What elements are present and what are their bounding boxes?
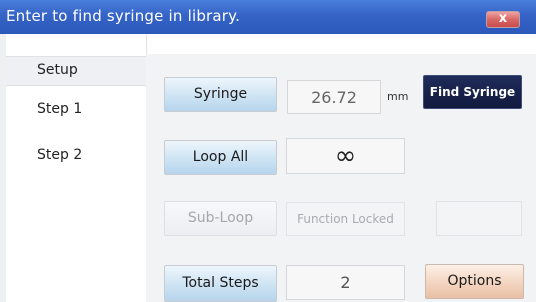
syringe-diameter-field[interactable]: 26.72: [287, 80, 381, 114]
close-icon: x: [498, 11, 508, 26]
options-label: Options: [447, 273, 502, 289]
total-steps-field[interactable]: 2: [286, 265, 405, 300]
find-syringe-label: Find Syringe: [429, 85, 516, 99]
sidebar-item-setup[interactable]: Setup: [6, 56, 148, 86]
function-locked-text: Function Locked: [297, 212, 394, 226]
close-button[interactable]: x: [486, 11, 520, 28]
title-bar: Enter to find syringe in library. x: [0, 0, 536, 34]
find-syringe-button[interactable]: Find Syringe: [423, 75, 522, 109]
sidebar: Setup Step 1 Step 2: [6, 54, 148, 302]
syringe-diameter-value: 26.72: [311, 88, 357, 107]
syringe-unit-label: mm: [387, 90, 409, 103]
sidebar-header: [6, 34, 147, 55]
options-button[interactable]: Options: [425, 264, 524, 299]
sidebar-item-label: Step 1: [37, 101, 83, 117]
loop-all-field[interactable]: ∞: [286, 138, 405, 174]
sidebar-item-step-1[interactable]: Step 1: [6, 96, 146, 124]
total-steps-button[interactable]: Total Steps: [164, 265, 277, 302]
loop-all-label: Loop All: [192, 149, 249, 165]
sidebar-item-label: Setup: [37, 62, 78, 78]
main-content: Setup Step 1 Step 2 Syringe 26.72 mm Fin…: [6, 34, 536, 302]
sub-loop-button: Sub-Loop: [164, 201, 277, 236]
window-title: Enter to find syringe in library.: [6, 7, 241, 25]
syringe-button[interactable]: Syringe: [164, 77, 277, 112]
total-steps-value: 2: [340, 273, 351, 292]
setup-panel: Syringe 26.72 mm Find Syringe Loop All ∞…: [146, 54, 536, 302]
sub-loop-status-field: Function Locked: [286, 202, 405, 236]
sub-loop-extra-field: [436, 201, 522, 236]
loop-all-button[interactable]: Loop All: [164, 140, 277, 175]
infinity-icon: ∞: [334, 141, 357, 171]
sub-loop-label: Sub-Loop: [187, 210, 254, 226]
sidebar-item-label: Step 2: [37, 147, 83, 163]
sidebar-item-step-2[interactable]: Step 2: [6, 142, 146, 170]
app-window: Enter to find syringe in library. x Setu…: [0, 0, 536, 302]
total-steps-label: Total Steps: [182, 275, 259, 291]
syringe-button-label: Syringe: [193, 86, 248, 102]
